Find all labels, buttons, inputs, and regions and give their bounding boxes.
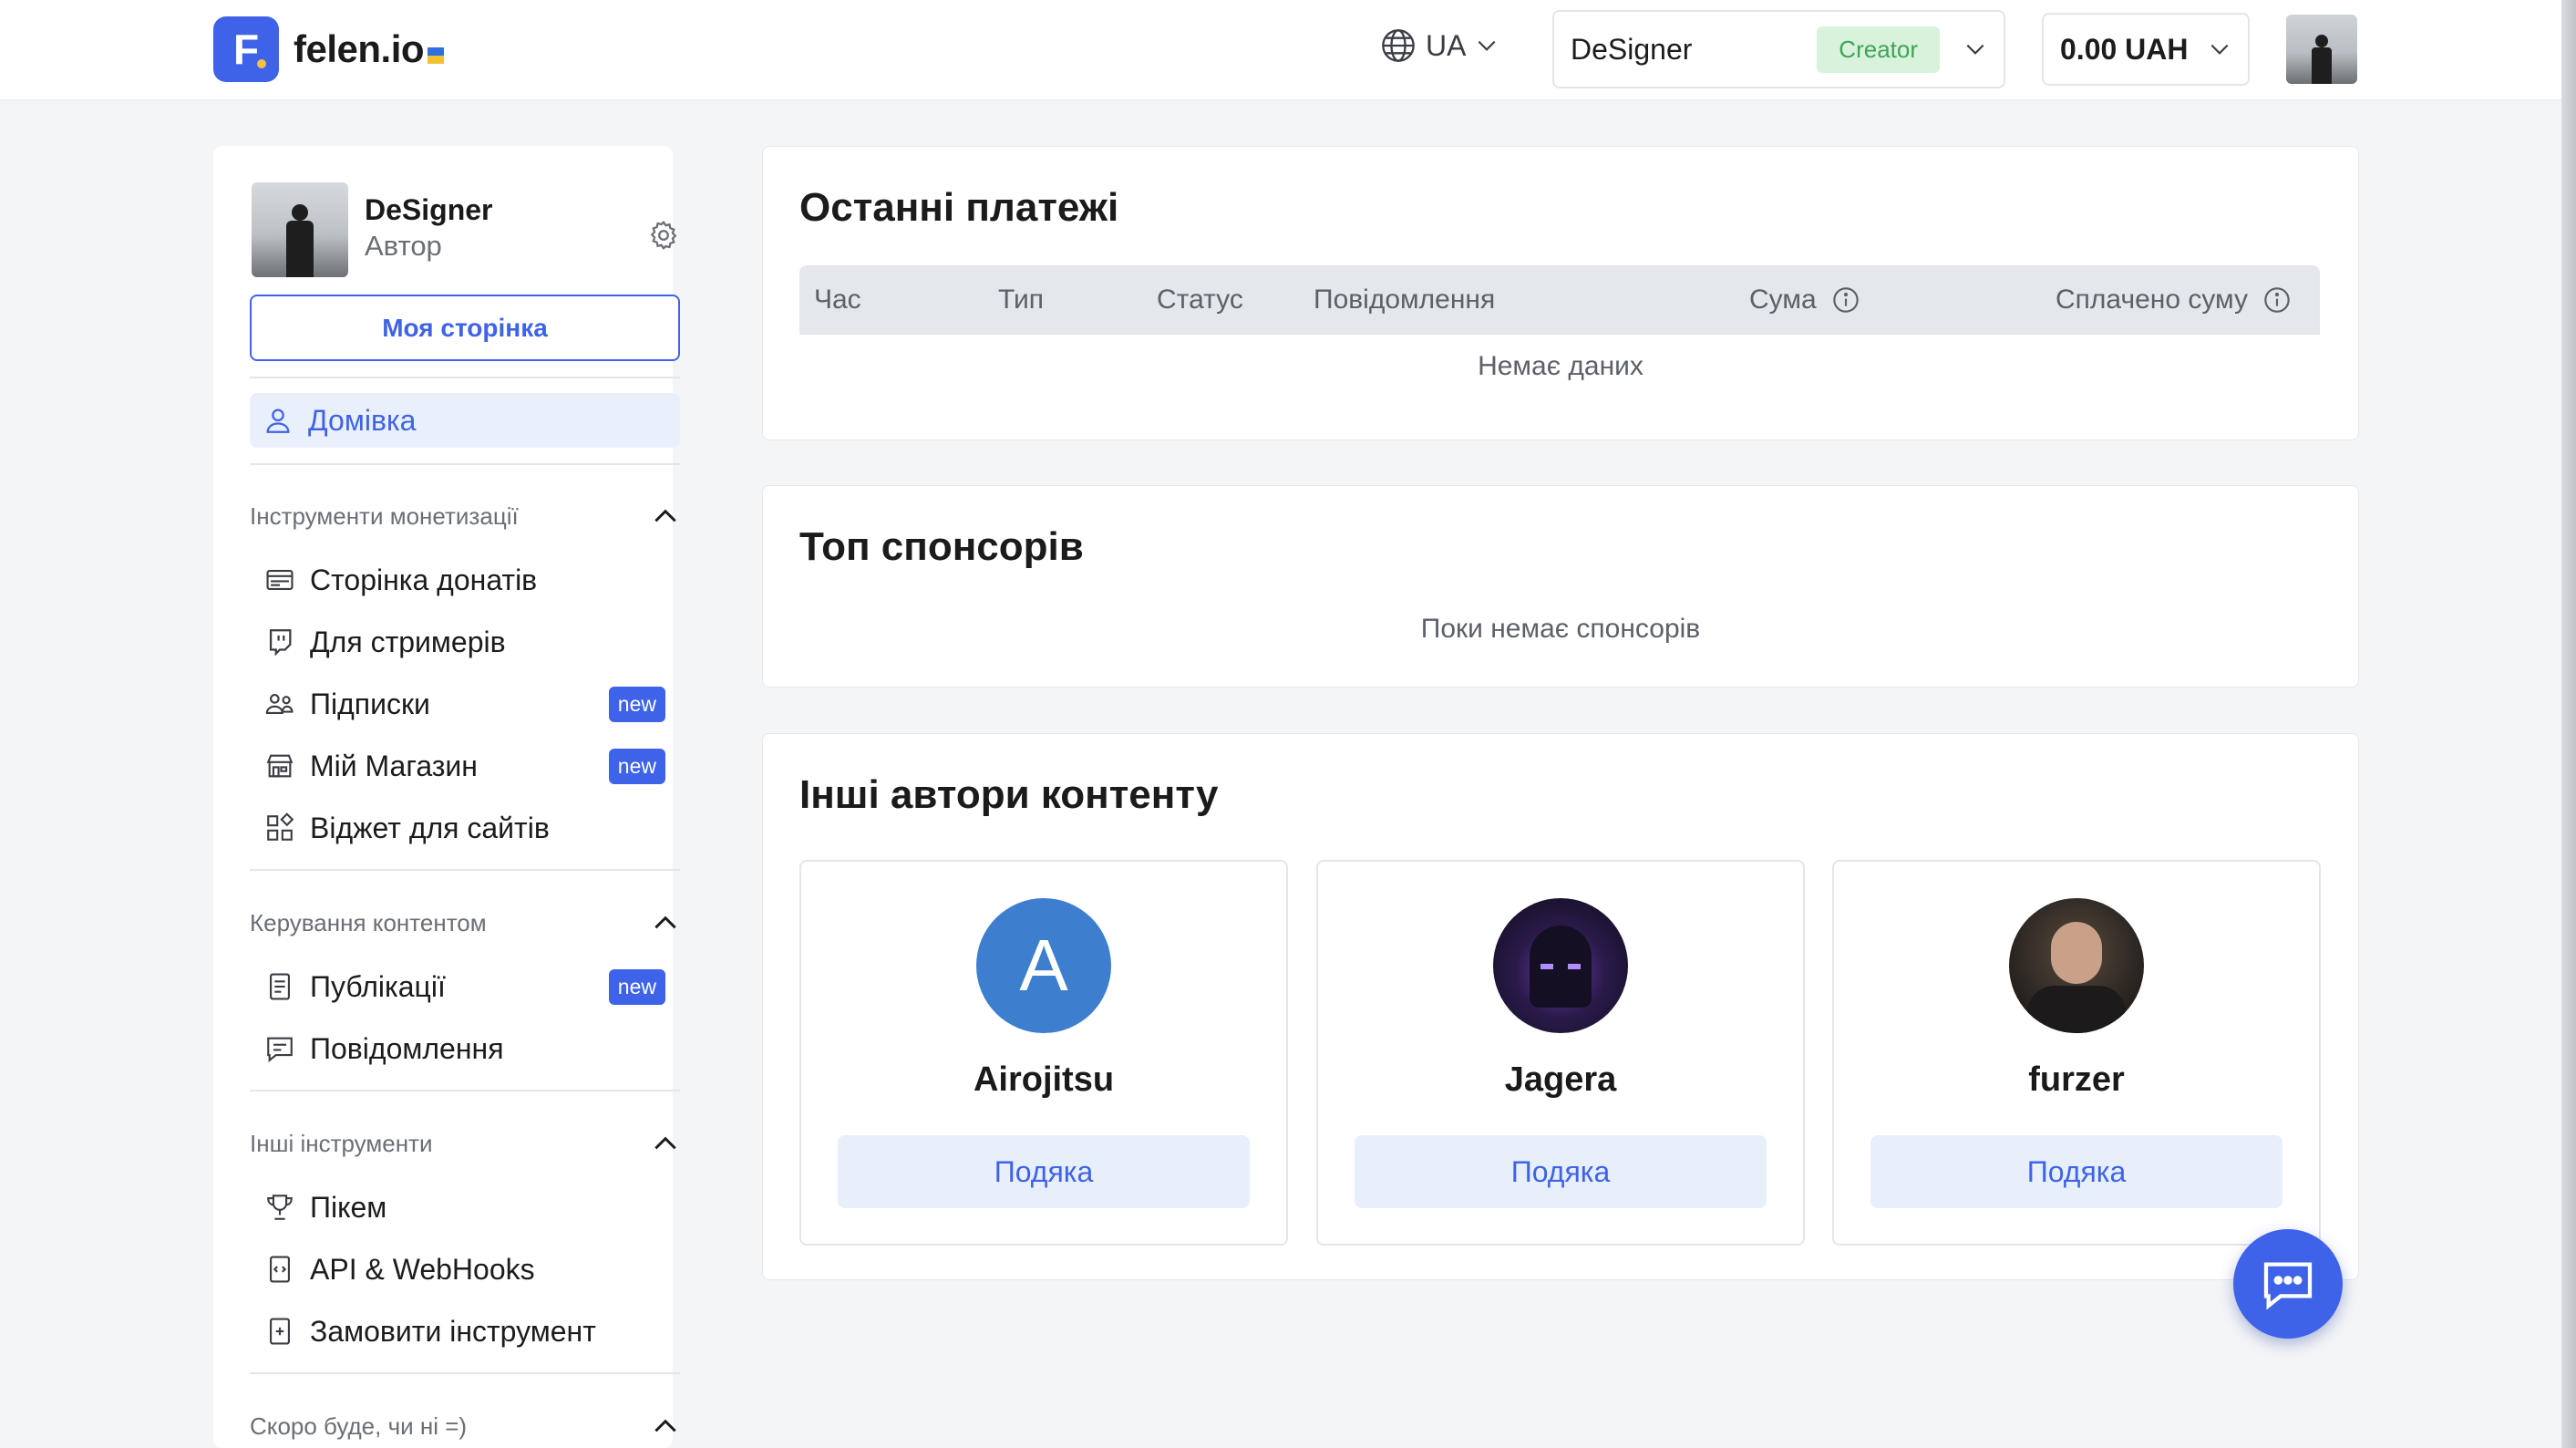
logo[interactable]: F felen.io — [213, 16, 445, 82]
recent-payments-card: Останні платежі Час Тип Статус Повідомле… — [762, 146, 2359, 440]
widget-icon — [267, 812, 294, 841]
account-switcher[interactable]: DeSigner Creator — [1552, 10, 2005, 88]
column-amount[interactable]: Сума — [1749, 265, 1860, 335]
thanks-button[interactable]: Подяка — [1870, 1135, 2282, 1208]
sidebar-item-api[interactable]: API & WebHooks — [264, 1246, 680, 1293]
balance-dropdown[interactable]: 0.00 UAH — [2042, 13, 2250, 86]
profile-avatar[interactable] — [252, 182, 348, 277]
column-time[interactable]: Час — [814, 265, 861, 335]
subscribers-icon — [265, 694, 294, 714]
other-authors-card: Інші автори контенту A Airojitsu Подяка … — [762, 733, 2359, 1280]
author-avatar[interactable]: A — [976, 898, 1111, 1033]
thanks-button[interactable]: Подяка — [838, 1135, 1250, 1208]
author-name[interactable]: Airojitsu — [801, 1060, 1286, 1100]
divider — [250, 1090, 680, 1091]
creator-badge: Creator — [1817, 26, 1940, 73]
sidebar-item-store[interactable]: Мій Магазин new — [264, 742, 680, 790]
thanks-button[interactable]: Подяка — [1355, 1135, 1767, 1208]
sponsors-empty-text: Поки немає спонсорів — [1420, 614, 1701, 644]
sidebar-item-widget[interactable]: Віджет для сайтів — [264, 804, 680, 852]
add-file-icon — [270, 1318, 290, 1345]
section-coming-soon[interactable]: Скоро буде, чи ні =) — [250, 1408, 680, 1444]
profile-block: DeSigner Автор — [252, 182, 634, 277]
code-file-icon — [270, 1256, 290, 1283]
message-icon — [267, 1037, 293, 1062]
chevron-down-icon — [1479, 40, 1496, 51]
divider — [250, 377, 680, 378]
sidebar: DeSigner Автор Моя сторінка Домівка Інст… — [213, 146, 680, 1448]
other-authors-title: Інші автори контенту — [799, 772, 1219, 817]
chevron-down-icon — [2210, 44, 2229, 55]
top-header: F felen.io UA DeSigner Creator 0.00 UAH — [0, 0, 2576, 100]
payments-empty-text: Немає даних — [1478, 351, 1643, 381]
sidebar-item-home[interactable]: Домівка — [250, 393, 680, 448]
column-type[interactable]: Тип — [998, 265, 1044, 335]
sidebar-item-streamers[interactable]: Для стримерів — [264, 618, 680, 666]
author-card[interactable]: A Airojitsu Подяка — [799, 860, 1288, 1246]
recent-payments-title: Останні платежі — [799, 185, 1119, 230]
account-name: DeSigner — [1571, 32, 1693, 66]
new-badge: new — [608, 686, 665, 722]
user-avatar[interactable] — [2286, 15, 2357, 84]
column-paid-amount[interactable]: Сплачено суму — [2056, 265, 2292, 335]
section-monetization[interactable]: Інструменти монетизації — [250, 498, 680, 534]
gear-icon[interactable] — [647, 219, 680, 252]
chevron-up-icon — [654, 1136, 676, 1150]
sidebar-item-order-tool[interactable]: Замовити інструмент — [264, 1308, 680, 1355]
sidebar-item-donation-page[interactable]: Сторінка донатів — [264, 556, 680, 604]
divider — [250, 463, 680, 465]
my-page-button[interactable]: Моя сторінка — [250, 295, 680, 361]
window-edge — [2561, 0, 2576, 1448]
chevron-down-icon — [1966, 44, 1984, 55]
globe-icon — [1382, 29, 1415, 62]
sidebar-item-subscriptions[interactable]: Підписки new — [264, 680, 680, 728]
language-label: UA — [1426, 28, 1467, 62]
logo-mark: F — [213, 16, 279, 82]
top-sponsors-card: Топ спонсорів Поки немає спонсорів — [762, 485, 2359, 688]
language-selector[interactable]: UA — [1380, 27, 1499, 64]
store-icon — [266, 754, 294, 778]
top-sponsors-title: Топ спонсорів — [799, 524, 1084, 569]
author-avatar[interactable] — [1493, 898, 1628, 1033]
ukraine-flag-icon — [428, 47, 445, 64]
chat-button[interactable] — [2233, 1229, 2343, 1339]
column-message[interactable]: Повідомлення — [1314, 265, 1495, 335]
chevron-up-icon — [654, 915, 676, 929]
document-icon — [270, 973, 290, 1000]
info-icon[interactable] — [2262, 285, 2292, 315]
author-name[interactable]: Jagera — [1318, 1060, 1803, 1100]
profile-name: DeSigner — [365, 193, 493, 226]
section-other-tools[interactable]: Інші інструменти — [250, 1125, 680, 1162]
sidebar-item-messages[interactable]: Повідомлення — [264, 1025, 680, 1072]
donation-page-icon — [266, 570, 294, 590]
divider — [250, 1372, 680, 1374]
user-icon — [266, 409, 290, 433]
column-status[interactable]: Статус — [1157, 265, 1243, 335]
new-badge: new — [608, 968, 665, 1005]
author-card[interactable]: Jagera Подяка — [1316, 860, 1805, 1246]
author-card[interactable]: furzer Подяка — [1832, 860, 2321, 1246]
chat-icon — [2263, 1262, 2313, 1310]
sidebar-item-label: Домівка — [308, 403, 417, 437]
balance-value: 0.00 UAH — [2060, 32, 2189, 66]
trophy-icon — [267, 1195, 293, 1220]
divider — [250, 869, 680, 871]
new-badge: new — [608, 748, 665, 784]
logo-text: felen.io — [294, 27, 445, 71]
sidebar-item-publications[interactable]: Публікації new — [264, 963, 680, 1010]
info-icon[interactable] — [1831, 285, 1860, 315]
chevron-up-icon — [654, 509, 676, 522]
payments-table-header: Час Тип Статус Повідомлення Сума Сплачен… — [799, 265, 2320, 335]
author-avatar[interactable] — [2009, 898, 2144, 1033]
author-name[interactable]: furzer — [1834, 1060, 2319, 1100]
profile-role: Автор — [365, 230, 442, 262]
chevron-up-icon — [654, 1419, 676, 1432]
sidebar-item-pikem[interactable]: Пікем — [264, 1184, 680, 1231]
section-content-management[interactable]: Керування контентом — [250, 905, 680, 941]
twitch-icon — [269, 629, 292, 657]
